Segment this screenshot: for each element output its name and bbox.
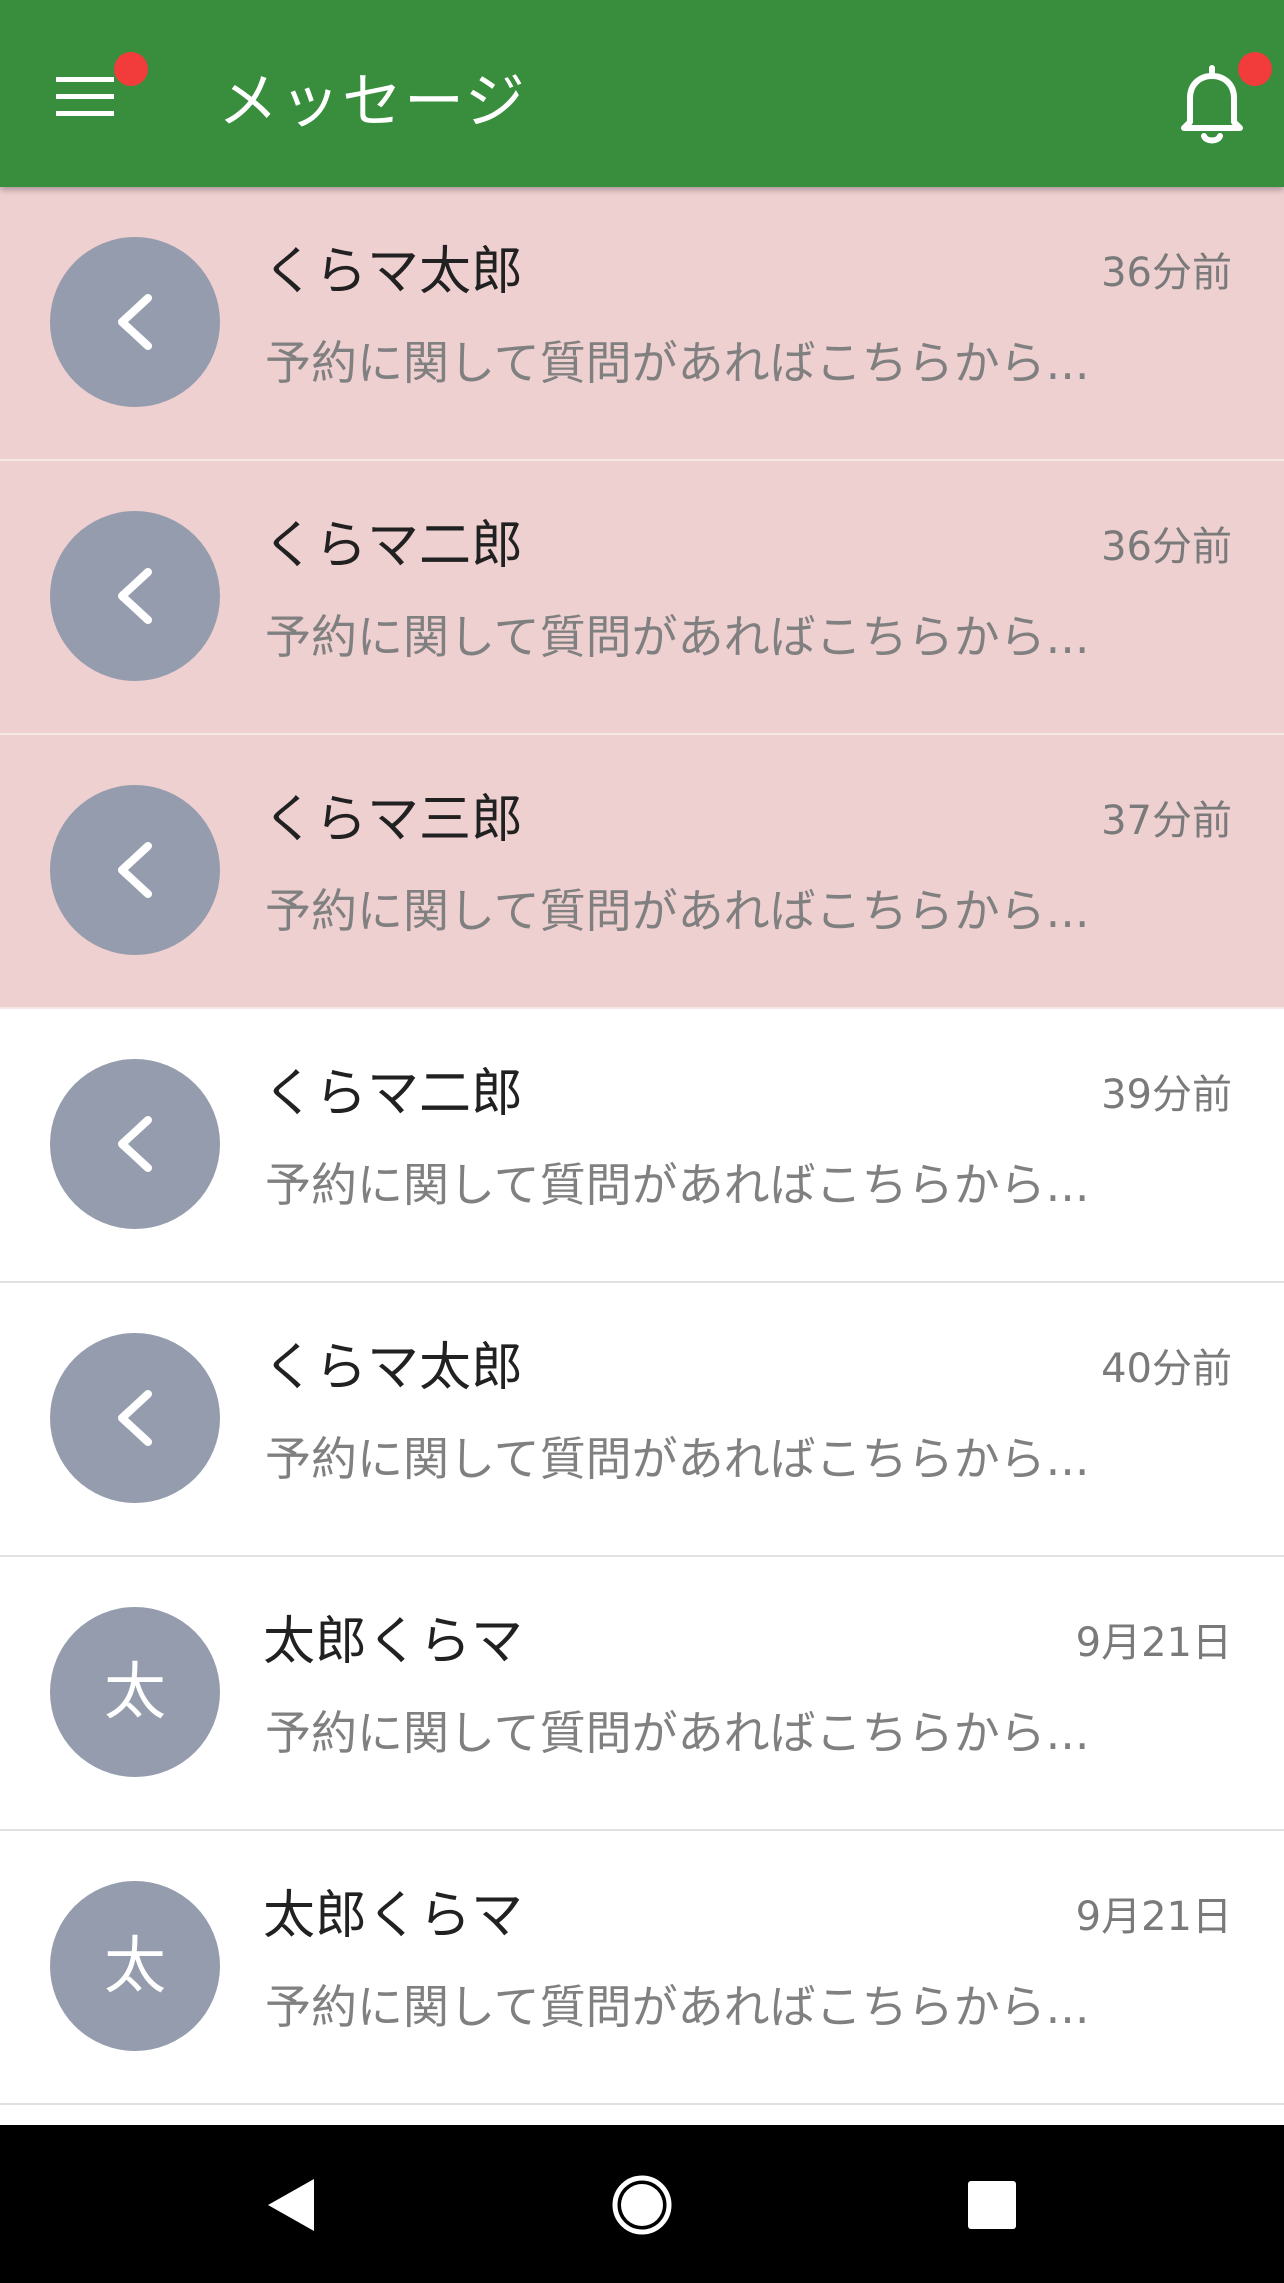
message-preview: 予約に関して質問があればこちらから... xyxy=(265,884,1090,938)
message-row[interactable]: くらマ太郎 40分前 予約に関して質問があればこちらから... xyxy=(0,1283,1284,1557)
message-row[interactable]: くらマ二郎 39分前 予約に関して質問があればこちらから... xyxy=(0,1009,1284,1283)
message-list: くらマ太郎 36分前 予約に関して質問があればこちらから... くらマ二郎 36分前 予約… xyxy=(0,187,1284,2105)
app-bar: メッセージ xyxy=(0,0,1284,187)
chevron-left-icon xyxy=(118,842,152,898)
message-row[interactable]: くらマ三郎 37分前 予約に関して質問があればこちらから... xyxy=(0,735,1284,1009)
message-preview: 予約に関して質問があればこちらから... xyxy=(265,1706,1090,1760)
menu-notification-badge xyxy=(114,52,148,86)
message-row[interactable]: 太太郎くらマ 9月21日予約に関して質問があればこちらから... xyxy=(0,1831,1284,2105)
message-time: 40分前 xyxy=(1101,1346,1232,1392)
message-time: 36分前 xyxy=(1101,250,1232,296)
message-row[interactable]: 太太郎くらマ 9月21日予約に関して質問があればこちらから... xyxy=(0,1557,1284,1831)
avatar xyxy=(50,511,220,681)
message-time: 9月21日 xyxy=(1075,1620,1232,1666)
sender-name: くらマ太郎 xyxy=(263,1338,524,1398)
avatar: 太 xyxy=(50,1607,220,1777)
sender-name: くらマ二郎 xyxy=(263,516,524,576)
sender-name: 太郎くらマ xyxy=(263,1612,524,1672)
message-time: 9月21日 xyxy=(1075,1894,1232,1940)
chevron-left-icon xyxy=(118,1116,152,1172)
message-preview: 予約に関して質問があればこちらから... xyxy=(265,336,1090,390)
bell-notification-badge xyxy=(1238,52,1272,86)
menu-icon xyxy=(56,77,114,116)
message-time: 36分前 xyxy=(1101,524,1232,570)
chevron-left-icon xyxy=(118,294,152,350)
message-preview: 予約に関して質問があればこちらから... xyxy=(265,1980,1090,2034)
sender-name: くらマ三郎 xyxy=(263,790,524,850)
system-navigation-bar xyxy=(0,2125,1284,2283)
chevron-left-icon xyxy=(118,568,152,624)
avatar xyxy=(50,1333,220,1503)
sender-name: くらマ二郎 xyxy=(263,1064,524,1124)
message-row[interactable]: くらマ二郎 36分前 予約に関して質問があればこちらから... xyxy=(0,461,1284,735)
message-preview: 予約に関して質問があればこちらから... xyxy=(265,1432,1090,1486)
avatar xyxy=(50,785,220,955)
back-triangle-icon xyxy=(268,2179,314,2231)
home-button[interactable] xyxy=(587,2149,697,2259)
message-time: 39分前 xyxy=(1101,1072,1232,1118)
message-time: 37分前 xyxy=(1101,798,1232,844)
recent-apps-button[interactable] xyxy=(936,2149,1046,2259)
home-circle-icon xyxy=(612,2175,672,2235)
message-preview: 予約に関して質問があればこちらから... xyxy=(265,610,1090,664)
chevron-left-icon xyxy=(118,1390,152,1446)
back-button[interactable] xyxy=(236,2149,346,2259)
recent-apps-square-icon xyxy=(968,2181,1016,2229)
message-row[interactable]: くらマ太郎 36分前 予約に関して質問があればこちらから... xyxy=(0,187,1284,461)
message-preview: 予約に関して質問があればこちらから... xyxy=(265,1158,1090,1212)
page-title: メッセージ xyxy=(218,67,527,137)
avatar xyxy=(50,1059,220,1229)
sender-name: くらマ太郎 xyxy=(263,242,524,302)
sender-name: 太郎くらマ xyxy=(263,1886,524,1946)
avatar xyxy=(50,237,220,407)
avatar: 太 xyxy=(50,1881,220,2051)
